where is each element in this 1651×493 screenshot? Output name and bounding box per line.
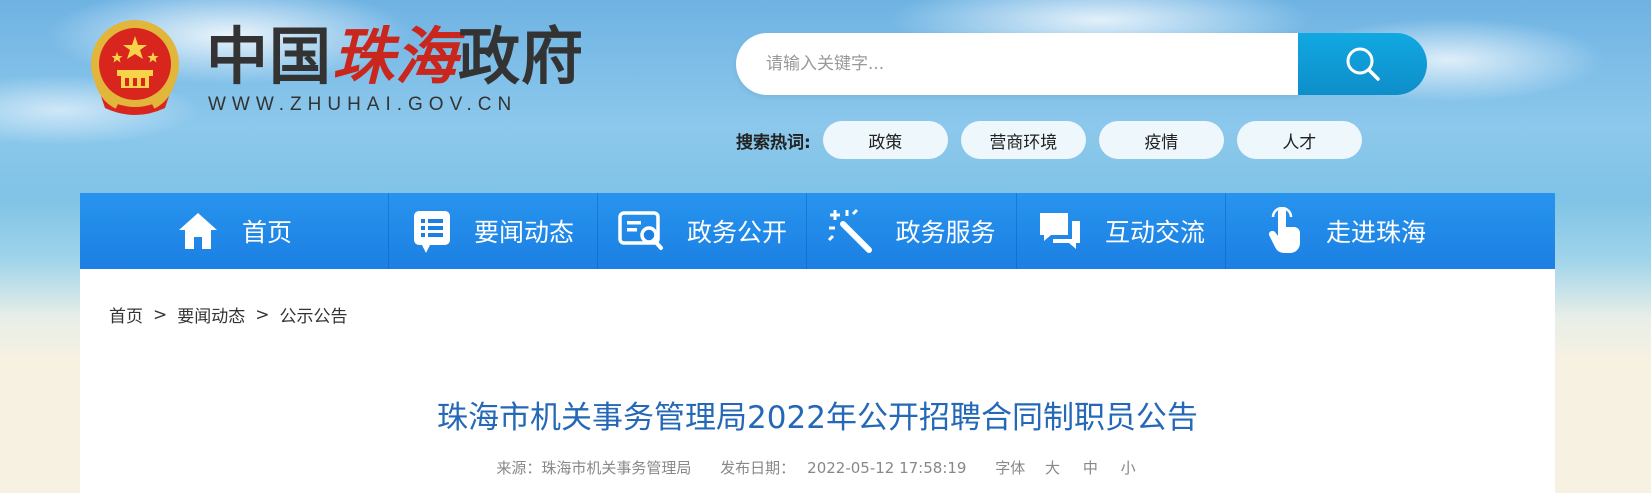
font-size-large-button[interactable]: 大 <box>1045 459 1060 477</box>
publish-date-label: 发布日期： <box>720 459 796 477</box>
nav-item-gov-affairs-open[interactable]: 政务公开 <box>598 193 807 269</box>
nav-item-label: 政务公开 <box>686 218 787 247</box>
search-icon <box>1346 47 1380 81</box>
breadcrumb: 首页 > 要闻动态 > 公示公告 <box>109 302 348 328</box>
search-box <box>736 33 1298 95</box>
hot-tag-talent[interactable]: 人才 <box>1236 121 1362 159</box>
nav-item-home[interactable]: 首页 <box>80 193 389 269</box>
hot-search: 搜索热词: 政策 营商环境 疫情 人才 <box>736 121 1375 159</box>
hot-tag-policy[interactable]: 政策 <box>822 121 948 159</box>
nav-item-label: 首页 <box>241 218 292 247</box>
article-title: 珠海市机关事务管理局2022年公开招聘合同制职员公告 <box>437 400 1198 436</box>
nav-item-news[interactable]: 要闻动态 <box>389 193 598 269</box>
logo-text-part1: 中国 <box>206 20 333 93</box>
logo-text-part3: 政府 <box>458 20 585 93</box>
home-icon <box>178 213 217 249</box>
breadcrumb-separator: > <box>153 304 168 325</box>
news-list-icon <box>413 211 450 253</box>
nav-item-about-zhuhai[interactable]: 走进珠海 <box>1226 193 1555 269</box>
logo-text-part2: 珠海 <box>332 20 459 93</box>
nav-item-label: 走进珠海 <box>1326 218 1427 247</box>
search-input[interactable] <box>764 53 1268 75</box>
breadcrumb-announcements[interactable]: 公示公告 <box>280 302 348 327</box>
nav-item-gov-services[interactable]: 政务服务 <box>807 193 1017 269</box>
hand-pointer-icon <box>1268 207 1300 253</box>
document-search-icon <box>618 211 663 250</box>
hot-tag-business-env[interactable]: 营商环境 <box>960 121 1086 159</box>
nav-item-label: 政务服务 <box>895 218 996 247</box>
article-source: 来源：珠海市机关事务管理局 <box>496 459 692 477</box>
main-nav: 首页 要闻动态 政务公开 政务服务 互动交流 走进珠海 <box>80 193 1555 269</box>
breadcrumb-news[interactable]: 要闻动态 <box>177 302 245 327</box>
site-logo-text[interactable]: 中国 珠海 政府 <box>206 22 584 92</box>
site-url: WWW.ZHUHAI.GOV.CN <box>208 94 518 115</box>
font-size-medium-button[interactable]: 中 <box>1083 459 1098 477</box>
chat-bubbles-icon <box>1039 213 1080 249</box>
national-emblem-icon <box>87 18 183 118</box>
breadcrumb-home[interactable]: 首页 <box>109 302 143 327</box>
hot-tag-epidemic[interactable]: 疫情 <box>1098 121 1224 159</box>
publish-date: 2022-05-12 17:58:19 <box>807 459 967 477</box>
nav-item-interaction[interactable]: 互动交流 <box>1017 193 1226 269</box>
magic-wand-icon <box>828 208 873 253</box>
search-button[interactable] <box>1298 33 1427 95</box>
nav-item-label: 要闻动态 <box>473 218 574 247</box>
breadcrumb-separator: > <box>255 304 270 325</box>
article-meta: 来源：珠海市机关事务管理局 发布日期： 2022-05-12 17:58:19 字… <box>80 457 1555 478</box>
nav-item-label: 互动交流 <box>1104 218 1205 247</box>
font-size-label: 字体 <box>995 459 1026 477</box>
hot-search-label: 搜索热词: <box>736 132 811 153</box>
font-size-small-button[interactable]: 小 <box>1121 459 1136 477</box>
